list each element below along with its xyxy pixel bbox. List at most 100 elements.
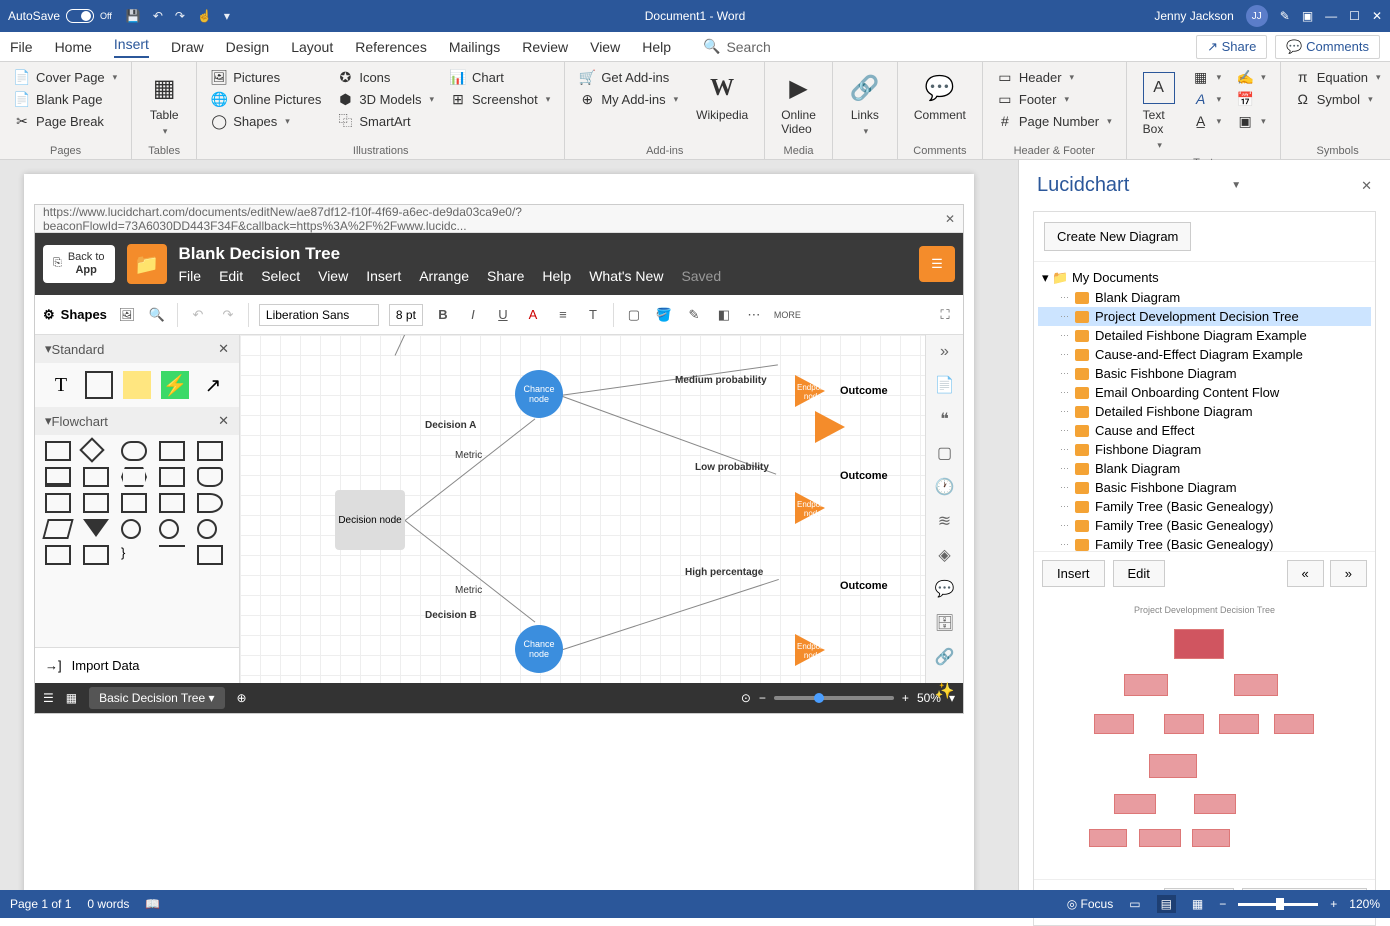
image-icon[interactable]: 🖼 xyxy=(117,307,137,323)
redo-icon[interactable]: ↷ xyxy=(218,307,238,323)
font-size-select[interactable]: 8 pt xyxy=(389,304,423,326)
minimize-icon[interactable]: — xyxy=(1325,9,1337,23)
chance-node-a[interactable]: Chance node xyxy=(515,370,563,418)
fc-connector[interactable] xyxy=(121,519,141,539)
tree-doc-item[interactable]: ⋯Basic Fishbone Diagram xyxy=(1038,364,1371,383)
undo-icon[interactable]: ↶ xyxy=(153,9,163,23)
comment-button[interactable]: 💬Comment xyxy=(908,68,972,126)
decision-node[interactable]: Decision node xyxy=(335,490,405,550)
smartart-button[interactable]: ⿻SmartArt xyxy=(333,112,438,130)
date-time-icon[interactable]: 📅 xyxy=(1233,90,1270,108)
lucid-menu-insert[interactable]: Insert xyxy=(366,268,401,284)
page-count[interactable]: Page 1 of 1 xyxy=(10,897,71,911)
fullscreen-icon[interactable]: ⛶ xyxy=(935,307,955,323)
import-data-button[interactable]: →]Import Data xyxy=(35,647,239,683)
lucid-menu-whatsnew[interactable]: What's New xyxy=(589,268,663,284)
border-color-icon[interactable]: 🪣 xyxy=(654,307,674,323)
tree-doc-item[interactable]: ⋯Family Tree (Basic Genealogy) xyxy=(1038,535,1371,551)
note-shape[interactable] xyxy=(123,371,151,399)
get-addins-button[interactable]: 🛒Get Add-ins xyxy=(575,68,682,86)
grid-view-icon[interactable]: ▦ xyxy=(66,691,77,705)
tree-doc-item[interactable]: ⋯Blank Diagram xyxy=(1038,459,1371,478)
tab-view[interactable]: View xyxy=(590,39,620,55)
fc-shape[interactable] xyxy=(159,493,185,513)
line-icon[interactable]: ✎ xyxy=(684,307,704,323)
fc-shape[interactable] xyxy=(83,545,109,565)
tree-doc-item[interactable]: ⋯Detailed Fishbone Diagram xyxy=(1038,402,1371,421)
fc-process[interactable] xyxy=(45,441,71,461)
edit-button[interactable]: Edit xyxy=(1113,560,1165,587)
maximize-icon[interactable]: ☐ xyxy=(1349,9,1360,23)
arrow-shape[interactable]: ↗ xyxy=(199,371,227,399)
tree-doc-item[interactable]: ⋯Cause-and-Effect Diagram Example xyxy=(1038,345,1371,364)
hamburger-icon[interactable]: ☰ xyxy=(919,246,955,282)
tab-draw[interactable]: Draw xyxy=(171,39,204,55)
endpoint-0[interactable] xyxy=(815,411,845,443)
fill-icon[interactable]: ▢ xyxy=(624,307,644,323)
text-shape[interactable]: T xyxy=(47,371,75,399)
page-number-button[interactable]: #Page Number▾ xyxy=(993,112,1116,130)
fc-terminator[interactable] xyxy=(121,441,147,461)
fc-decision[interactable] xyxy=(79,437,104,462)
autosave-toggle[interactable]: AutoSave Off xyxy=(8,9,112,23)
tab-design[interactable]: Design xyxy=(226,39,270,55)
more-label[interactable]: MORE xyxy=(774,310,801,320)
fc-shape[interactable] xyxy=(45,545,71,565)
tab-help[interactable]: Help xyxy=(642,39,671,55)
tab-references[interactable]: References xyxy=(355,39,427,55)
tree-doc-item[interactable]: ⋯Fishbone Diagram xyxy=(1038,440,1371,459)
underline-icon[interactable]: U xyxy=(493,307,513,322)
web-layout-icon[interactable]: ▦ xyxy=(1188,895,1207,913)
folder-icon[interactable]: 📁 xyxy=(127,244,167,284)
fc-shape[interactable] xyxy=(121,493,147,513)
lucid-menu-arrange[interactable]: Arrange xyxy=(419,268,469,284)
layers-icon[interactable]: ≋ xyxy=(938,511,951,531)
bold-icon[interactable]: B xyxy=(433,307,453,322)
block-shape[interactable] xyxy=(85,371,113,399)
list-view-icon[interactable]: ☰ xyxy=(43,691,54,705)
tree-doc-item[interactable]: ⋯Family Tree (Basic Genealogy) xyxy=(1038,497,1371,516)
endpoint-3[interactable]: Endpoint node xyxy=(795,634,825,666)
online-pictures-button[interactable]: 🌐Online Pictures xyxy=(207,90,325,108)
shapes-button[interactable]: ◯Shapes▾ xyxy=(207,112,325,130)
panel-close-icon[interactable]: ✕ xyxy=(1361,178,1372,194)
lucid-menu-help[interactable]: Help xyxy=(542,268,571,284)
master-icon[interactable]: ◈ xyxy=(938,545,950,565)
zoom-fit-icon[interactable]: ⊙ xyxy=(741,691,751,705)
blank-page-button[interactable]: 📄Blank Page xyxy=(10,90,121,108)
signature-icon[interactable]: ✍▾ xyxy=(1233,68,1270,86)
fc-shape[interactable] xyxy=(45,493,71,513)
tree-doc-item[interactable]: ⋯Blank Diagram xyxy=(1038,288,1371,307)
tab-home[interactable]: Home xyxy=(55,39,92,55)
tree-doc-item[interactable]: ⋯Email Onboarding Content Flow xyxy=(1038,383,1371,402)
my-addins-button[interactable]: ⊕My Add-ins▾ xyxy=(575,90,682,108)
ribbon-display-icon[interactable]: ▣ xyxy=(1302,9,1313,23)
fc-shape[interactable] xyxy=(83,467,109,487)
lucid-menu-share[interactable]: Share xyxy=(487,268,524,284)
fc-shape[interactable] xyxy=(159,545,185,565)
tree-doc-item[interactable]: ⋯Cause and Effect xyxy=(1038,421,1371,440)
back-to-app-button[interactable]: ⎘Back toApp xyxy=(43,245,115,283)
search-icon[interactable]: 🔍 xyxy=(147,307,167,323)
fc-shape[interactable] xyxy=(159,467,185,487)
pictures-button[interactable]: 🖼Pictures xyxy=(207,68,325,86)
fc-brace[interactable]: } xyxy=(121,545,147,565)
magic-icon[interactable]: ✨ xyxy=(935,681,955,701)
chance-node-b[interactable]: Chance node xyxy=(515,625,563,673)
history-icon[interactable]: 🕐 xyxy=(935,477,955,497)
share-button[interactable]: ↗ Share xyxy=(1196,35,1267,59)
word-count[interactable]: 0 words xyxy=(87,897,129,911)
links-button[interactable]: 🔗Links▾ xyxy=(843,68,887,141)
chat-icon[interactable]: 💬 xyxy=(935,579,955,599)
panel-dropdown-icon[interactable]: ▼ xyxy=(1231,180,1241,191)
drawing-icon[interactable]: ✎ xyxy=(1280,9,1290,23)
lucid-menu-file[interactable]: File xyxy=(179,268,202,284)
online-video-button[interactable]: ▶Online Video xyxy=(775,68,822,140)
zoom-out-icon[interactable]: − xyxy=(759,691,766,705)
3d-models-button[interactable]: ⬢3D Models▾ xyxy=(333,90,438,108)
tab-file[interactable]: File xyxy=(10,39,33,55)
fc-predefined[interactable] xyxy=(159,441,185,461)
fc-shape[interactable] xyxy=(83,493,109,513)
lucid-menu-select[interactable]: Select xyxy=(261,268,300,284)
zoom-in-icon[interactable]: + xyxy=(1330,897,1337,911)
